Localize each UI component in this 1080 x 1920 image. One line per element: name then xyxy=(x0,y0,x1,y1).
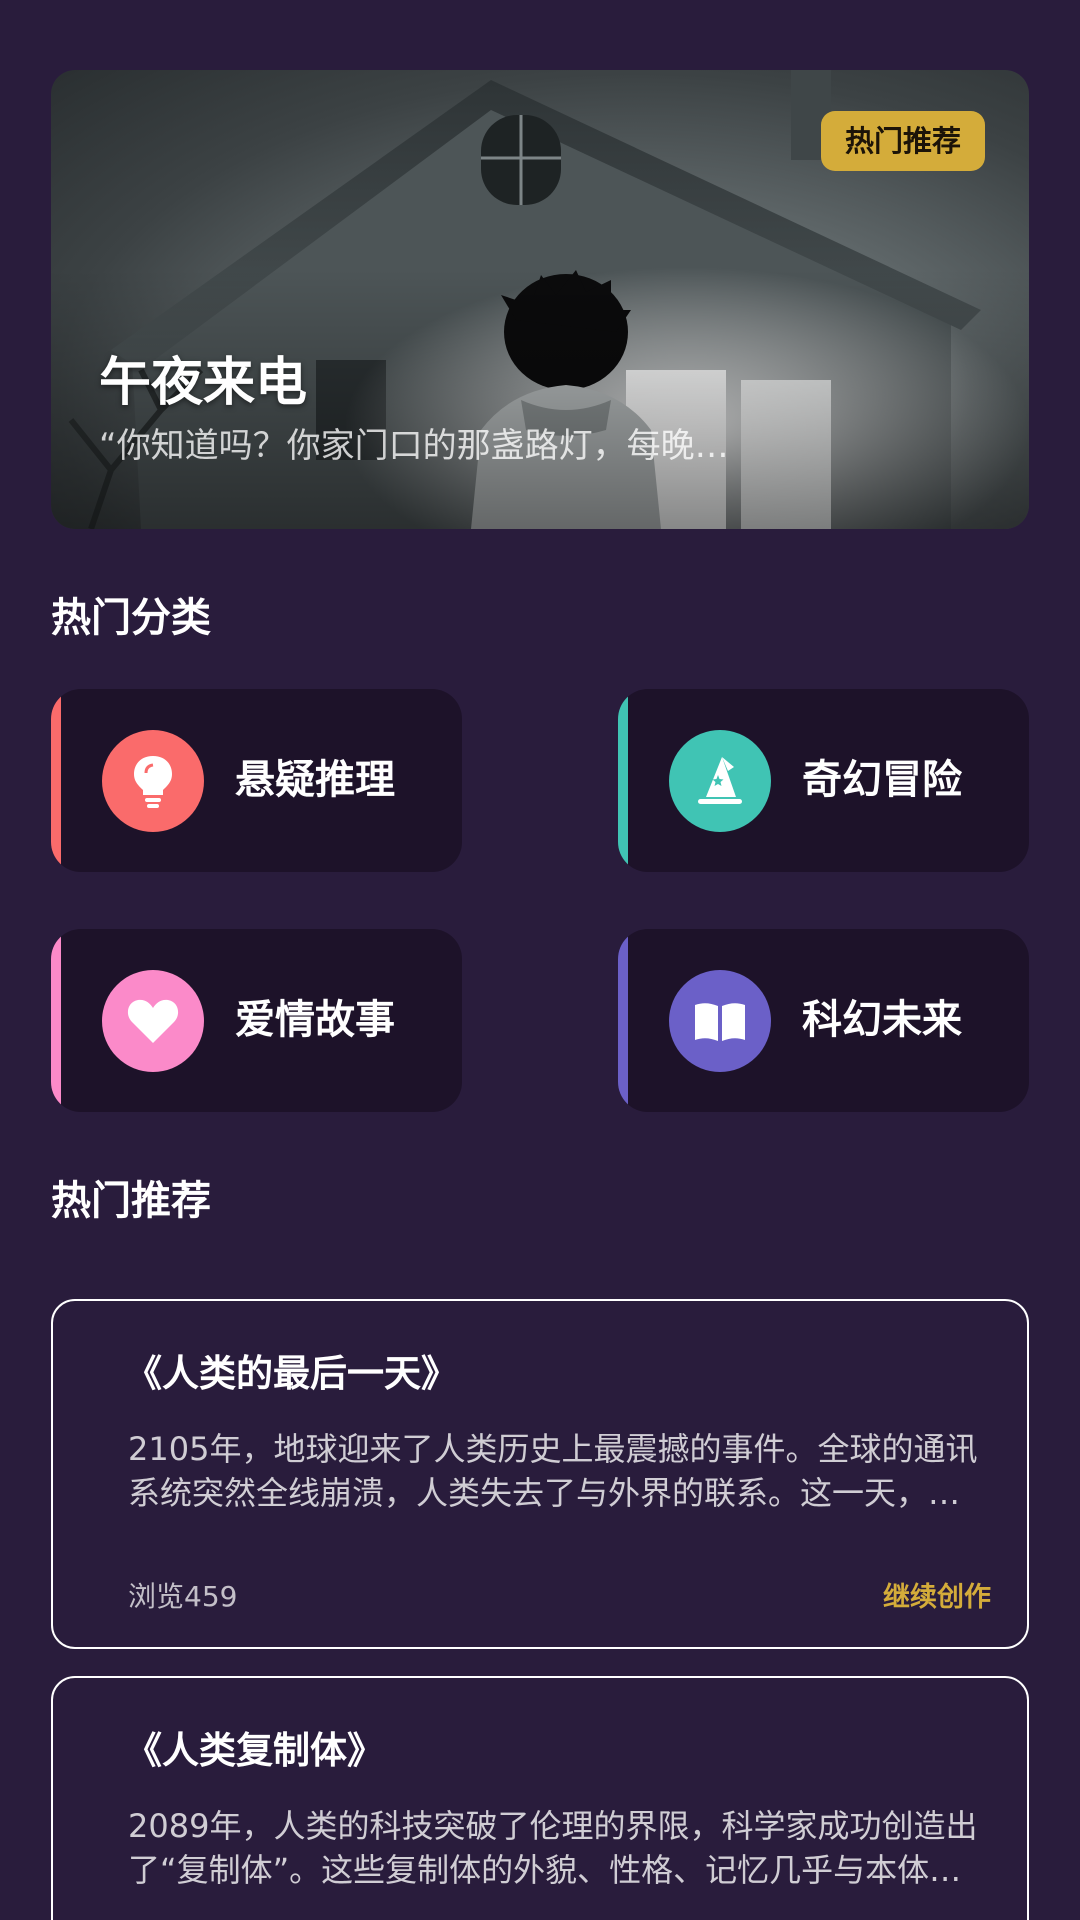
category-card-scifi[interactable]: 科幻未来 xyxy=(618,929,1029,1112)
book-open-icon xyxy=(669,970,771,1072)
story-card[interactable]: 《人类的最后一天》 2105年，地球迎来了人类历史上最震撼的事件。全球的通讯系统… xyxy=(51,1299,1029,1649)
continue-creating-button[interactable]: 继续创作 xyxy=(883,1575,991,1614)
category-label: 爱情故事 xyxy=(235,997,395,1043)
category-card-romance[interactable]: 爱情故事 xyxy=(51,929,462,1112)
lightbulb-icon xyxy=(102,730,204,832)
hero-excerpt: “你知道吗？你家门口的那盏路灯，每晚… xyxy=(99,426,729,466)
category-label: 悬疑推理 xyxy=(235,757,395,803)
story-card[interactable]: 《人类复制体》 2089年，人类的科技突破了伦理的界限，科学家成功创造出了“复制… xyxy=(51,1676,1029,1920)
heart-icon xyxy=(102,970,204,1072)
story-description: 2089年，人类的科技突破了伦理的界限，科学家成功创造出了“复制体”。这些复制体… xyxy=(128,1807,978,1889)
view-count: 浏览459 xyxy=(128,1580,238,1613)
story-description: 2105年，地球迎来了人类历史上最震撼的事件。全球的通讯系统突然全线崩溃，人类失… xyxy=(128,1430,978,1512)
wizard-hat-icon xyxy=(669,730,771,832)
category-card-mystery[interactable]: 悬疑推理 xyxy=(51,689,462,872)
category-label: 科幻未来 xyxy=(802,997,962,1043)
story-title: 《人类复制体》 xyxy=(125,1729,384,1772)
hero-title: 午夜来电 xyxy=(99,353,308,413)
category-label: 奇幻冒险 xyxy=(802,757,962,803)
story-title: 《人类的最后一天》 xyxy=(125,1352,458,1395)
section-title-categories: 热门分类 xyxy=(51,595,211,641)
category-card-fantasy[interactable]: 奇幻冒险 xyxy=(618,689,1029,872)
hot-recommend-badge: 热门推荐 xyxy=(820,111,985,171)
hero-banner[interactable]: 热门推荐 午夜来电 “你知道吗？你家门口的那盏路灯，每晚… xyxy=(51,70,1029,529)
section-title-recommend: 热门推荐 xyxy=(51,1178,211,1224)
